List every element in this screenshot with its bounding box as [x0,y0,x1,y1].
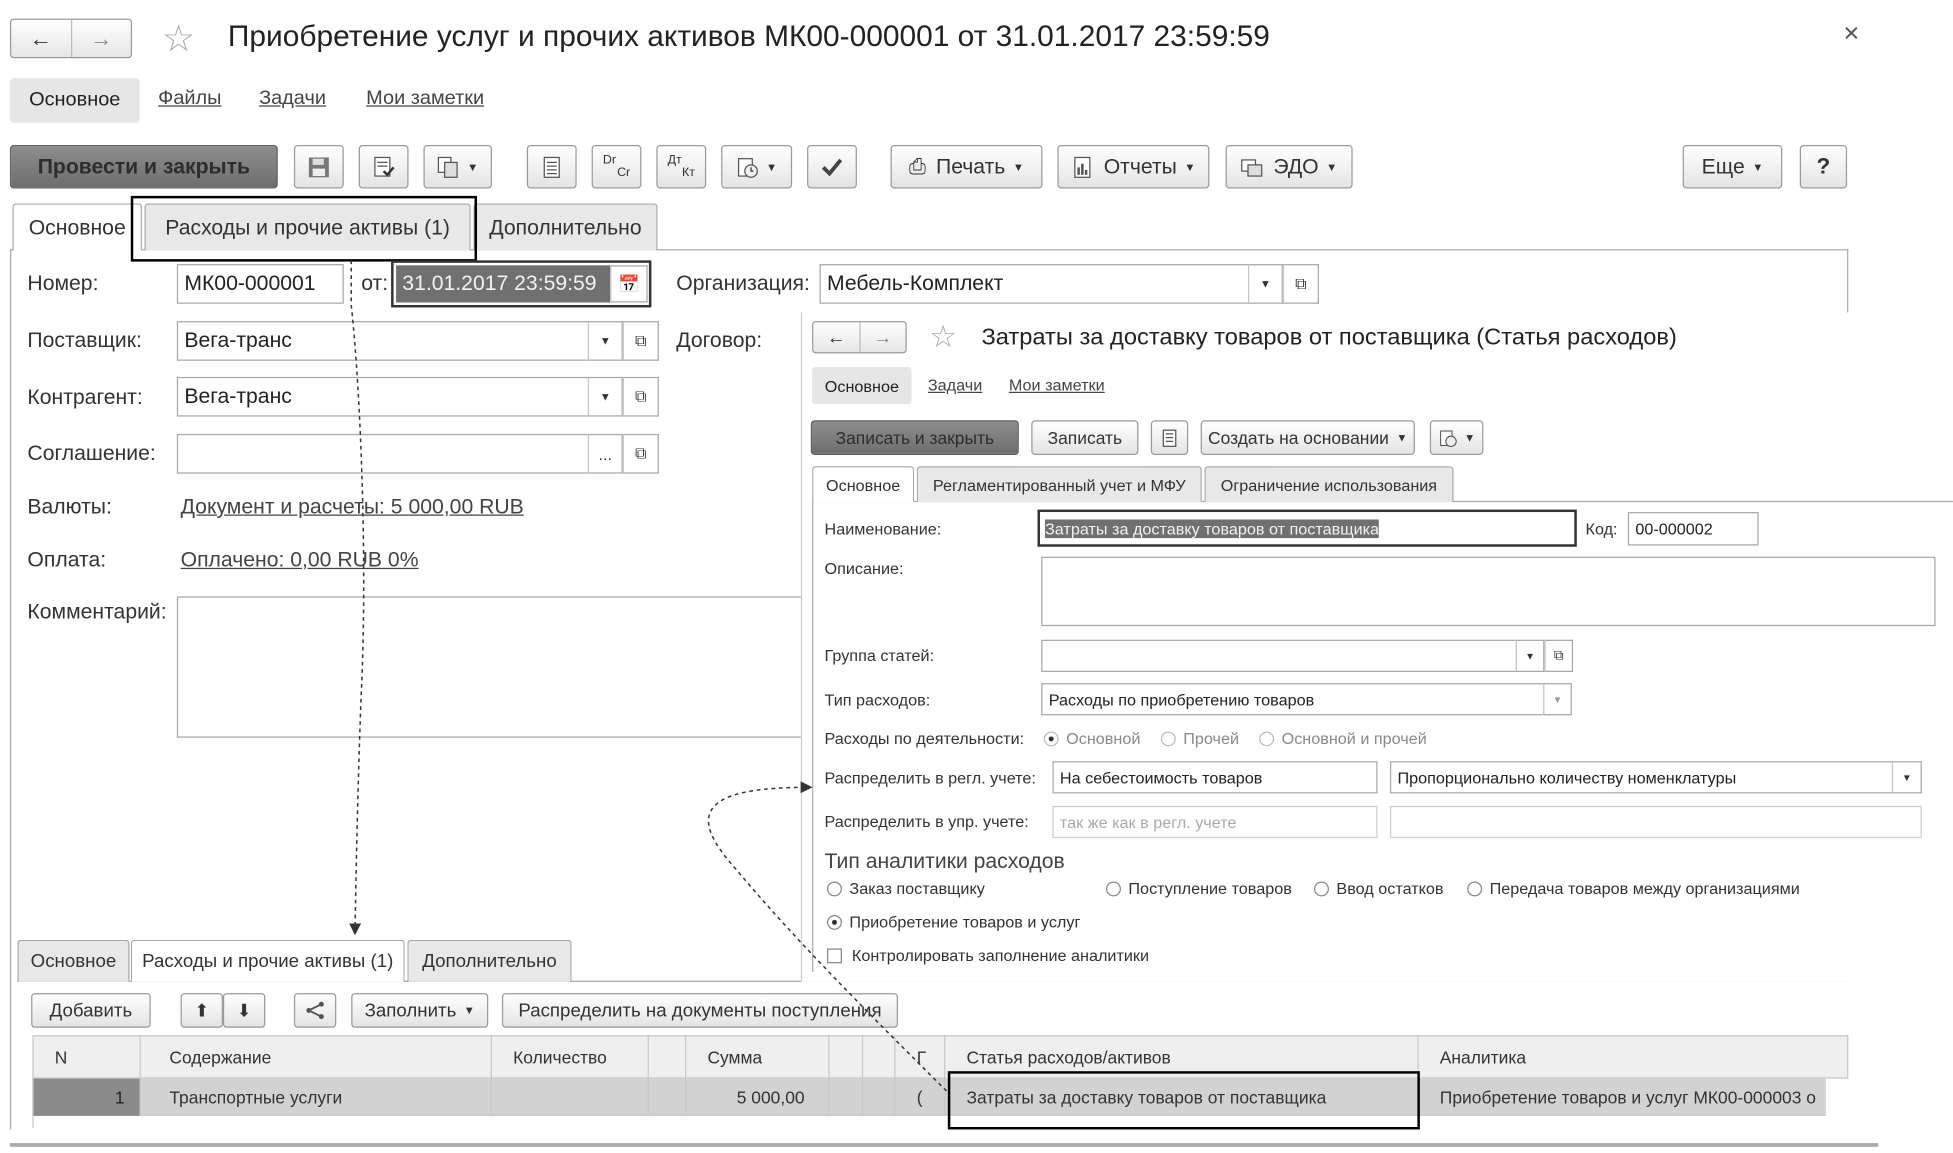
cell-to-form-arrow [707,781,948,1092]
tab-to-grid-arrow [349,260,365,936]
connector-arrows [349,260,948,1092]
